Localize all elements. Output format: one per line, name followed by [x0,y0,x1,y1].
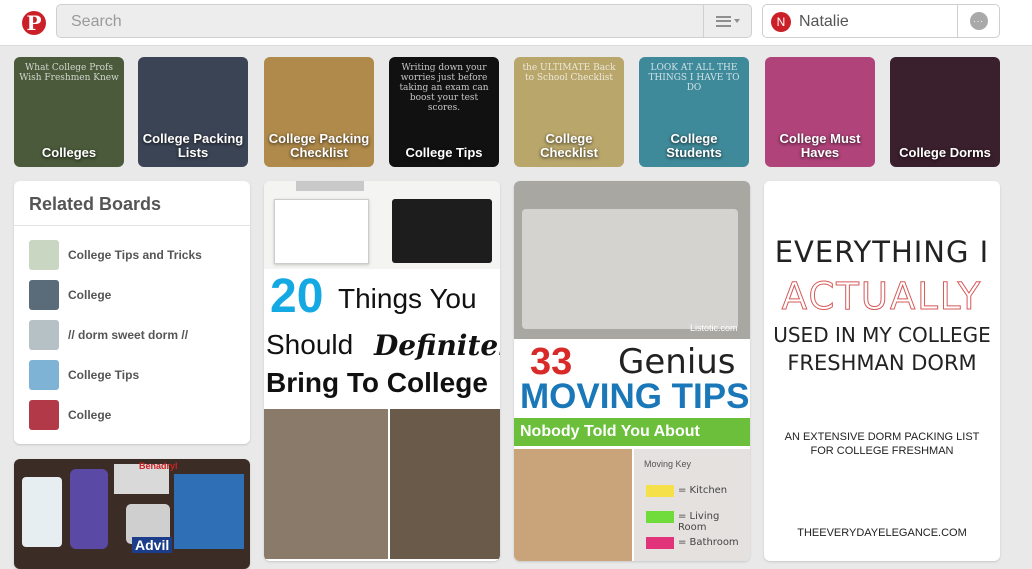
pin-text: Things You [338,283,477,314]
pin-20-things[interactable]: 20 Things You Should Definitely Bring To… [264,181,500,561]
guided-search-tile[interactable]: LOOK AT ALL THE THINGS I HAVE TO DO Colle… [639,57,749,167]
board-label: // dorm sweet dorm // [68,328,189,342]
avatar: N [771,12,791,32]
board-label: College [68,408,112,422]
related-board-item[interactable]: // dorm sweet dorm // [29,320,239,350]
pinterest-logo-icon[interactable]: P [15,4,53,42]
note-text: = Living Room [678,511,720,533]
search-menu-button[interactable] [703,5,751,37]
top-bar: P Search N Natalie ... [0,0,1032,46]
related-board-item[interactable]: College Tips and Tricks [29,240,239,270]
pin-text: MOVING TIPS [520,377,750,416]
pin-moving-tips[interactable]: Listotic.com 33 Genius MOVING TIPS Nobod… [514,181,750,561]
guided-search-tile[interactable]: What College Profs Wish Freshmen Knew Col… [14,57,124,167]
guided-search-tile[interactable]: College Dorms [890,57,1000,167]
board-thumbnail [29,240,59,270]
chat-bubble-icon: ... [969,12,988,30]
guided-search-label: Colleges [41,145,97,160]
guided-search-label: College Packing Lists [142,131,244,160]
tile-image-text: the ULTIMATE Back to School Checklist [522,63,616,83]
pin-text: USED IN MY COLLEGE [773,323,991,347]
related-boards-title: Related Boards [29,194,162,214]
board-thumbnail [29,400,59,430]
pin-medicine[interactable]: Benadryl Advil [14,459,250,569]
search-placeholder: Search [71,13,122,30]
guided-search-label: College Checklist [540,131,598,160]
board-label: College Tips and Tricks [68,248,202,262]
pin-text: ACTUALLY [781,275,983,319]
search-input[interactable]: Search [56,4,752,38]
user-name: Natalie [799,13,849,30]
brand-label: Advil [132,537,173,553]
tile-image-text: LOOK AT ALL THE THINGS I HAVE TO DO [648,63,740,93]
guided-search-tile[interactable]: College Packing Lists [138,57,248,167]
note-text: = Kitchen [678,485,728,496]
chevron-down-icon [733,19,740,23]
tile-image-text: What College Profs Wish Freshmen Knew [19,63,119,83]
guided-search-label: College Must Haves [779,131,861,160]
pin-text: EVERYTHING I [774,235,990,269]
logo-letter: P [22,11,46,35]
hamburger-icon [715,15,731,27]
related-board-item[interactable]: College Tips [29,360,239,390]
guided-search-tile[interactable]: Writing down your worries just before ta… [389,57,499,167]
note-text: = Bathroom [678,537,739,548]
note-text: Moving Key [644,459,692,469]
user-profile-button[interactable]: N Natalie ... [762,4,1000,38]
guided-search-label: College Packing Checklist [268,131,370,160]
board-thumbnail [29,280,59,310]
related-board-item[interactable]: College [29,400,239,430]
pin-text: Nobody Told You About [520,423,700,440]
board-thumbnail [29,360,59,390]
guided-search-label: College Students [666,131,722,160]
pin-text: THEEVERYDAYELEGANCE.COM [797,527,967,539]
tile-image-text: Writing down your worries just before ta… [399,63,489,113]
watermark: Listotic.com [690,323,738,333]
guided-search-tile[interactable]: the ULTIMATE Back to School Checklist Col… [514,57,624,167]
board-label: College [68,288,112,302]
board-label: College Tips [68,368,140,382]
related-board-item[interactable]: College [29,280,239,310]
pin-text: Definitely [374,329,500,362]
pin-text: Bring To College [266,367,488,398]
pin-dorm-list[interactable]: EVERYTHING I ACTUALLY USED IN MY COLLEGE… [764,181,1000,561]
pin-text: Should [266,329,354,360]
pin-text: FOR COLLEGE FRESHMAN [810,445,954,457]
guided-search-label: College Dorms [899,145,991,160]
messages-button[interactable]: ... [957,5,999,37]
board-thumbnail [29,320,59,350]
pin-number: 20 [270,270,324,323]
pin-text: AN EXTENSIVE DORM PACKING LIST [784,431,980,443]
related-boards-card: Related Boards College Tips and Tricks Co… [14,181,250,444]
guided-search-tile[interactable]: College Packing Checklist [264,57,374,167]
pin-text: FRESHMAN DORM [787,351,977,375]
guided-search-tile[interactable]: College Must Haves [765,57,875,167]
brand-label: Benadryl [139,461,178,471]
guided-search-label: College Tips [405,145,483,160]
divider [14,225,250,226]
